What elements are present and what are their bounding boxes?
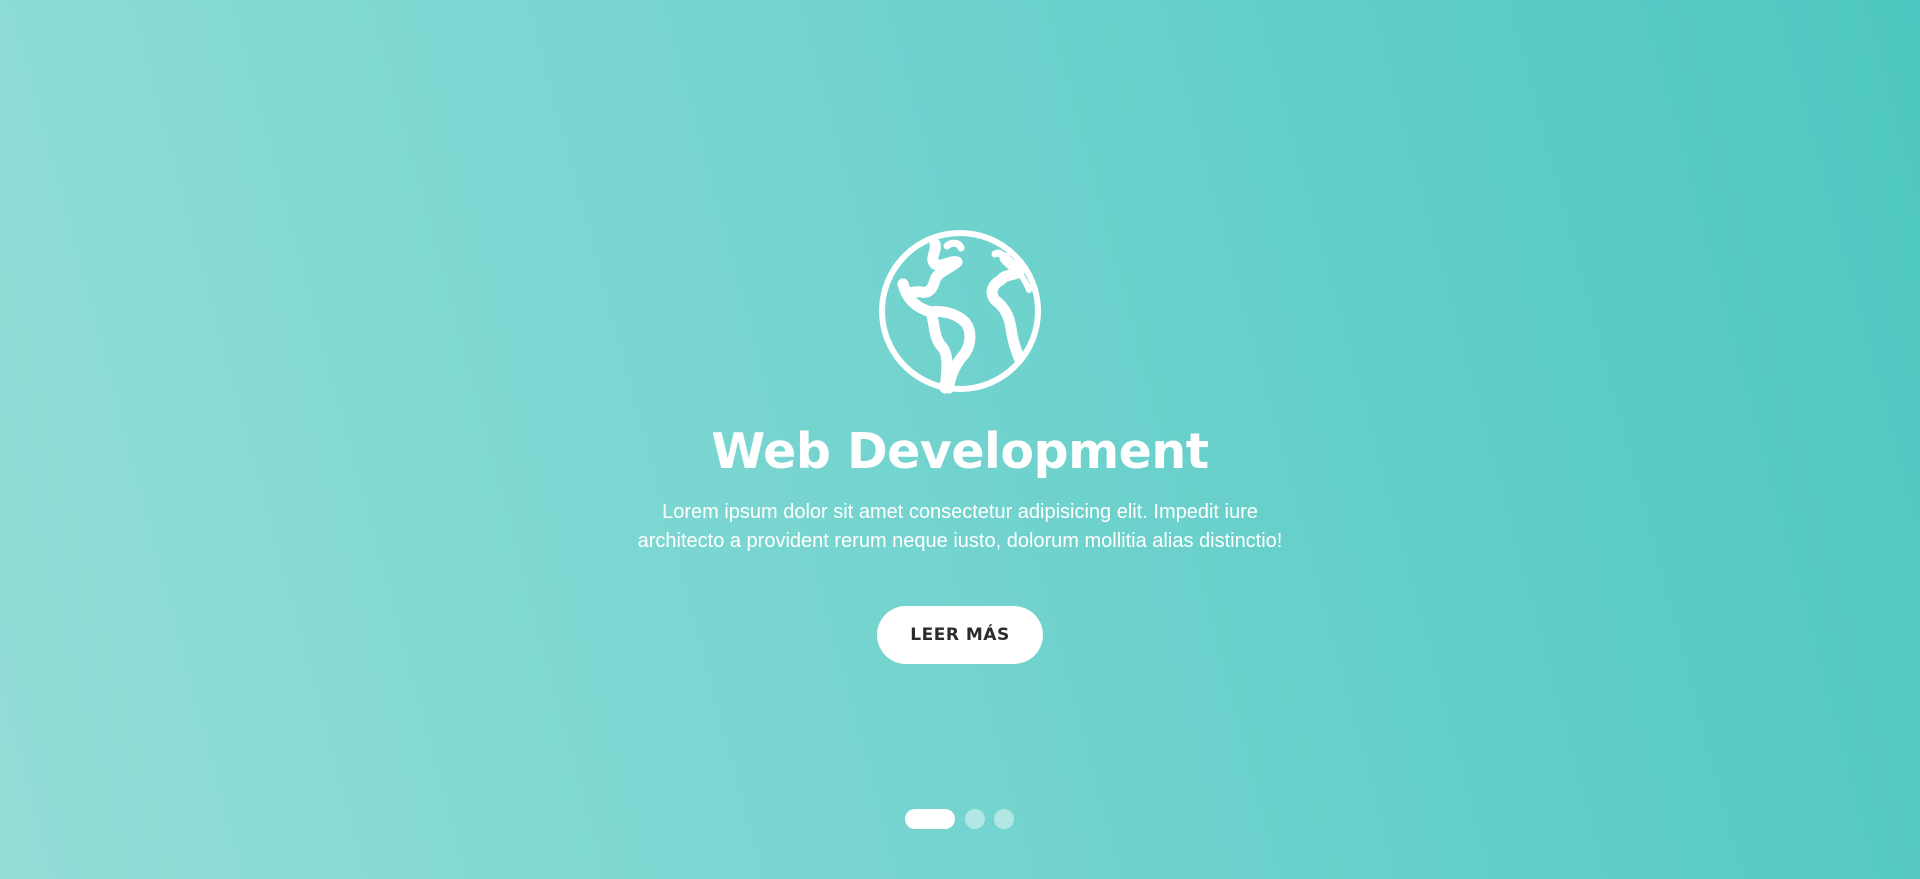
pagination-dot-1-active[interactable] [905,809,955,829]
globe-icon [877,228,1043,394]
slide-description: Lorem ipsum dolor sit amet consectetur a… [637,501,1283,552]
slide-title: Web Development [711,423,1209,480]
hero-slider: Web Development Lorem ipsum dolor sit am… [0,0,1920,879]
slide-web-development: Web Development Lorem ipsum dolor sit am… [0,0,1920,879]
pagination-dot-2[interactable] [965,809,985,829]
read-more-button[interactable]: LEER MÁS [877,606,1043,664]
pagination-dot-3[interactable] [994,809,1014,829]
